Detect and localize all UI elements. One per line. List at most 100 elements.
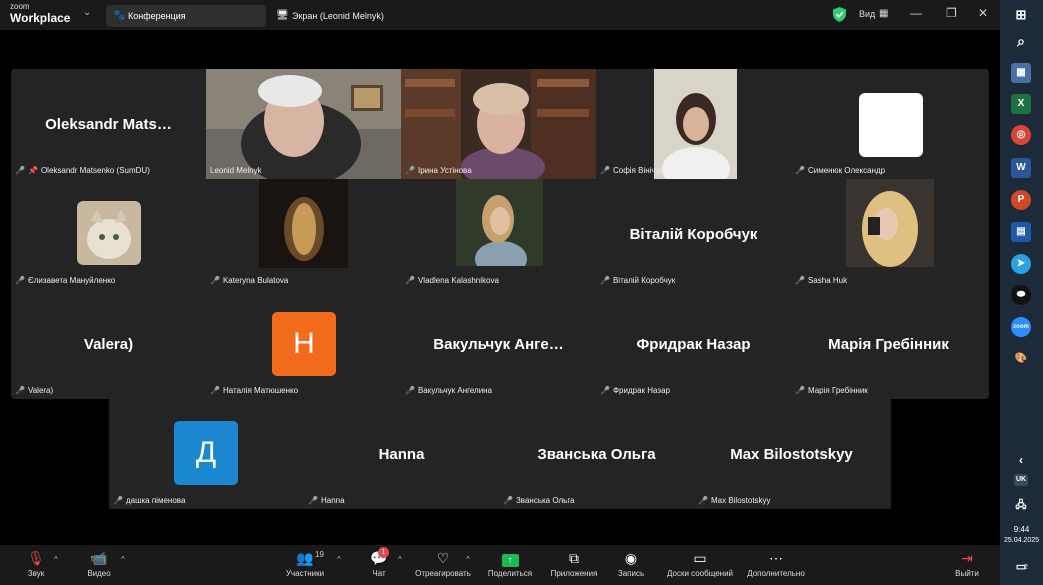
video-feed: [401, 69, 596, 179]
participant-tile[interactable]: Віталій Коробчук 🎤 Віталій Коробчук: [596, 179, 791, 289]
zoom-icon[interactable]: zoom: [1011, 317, 1031, 337]
participant-tile-active[interactable]: Leonid Melnyk: [206, 69, 401, 179]
restore-icon[interactable]: ❐: [946, 6, 957, 20]
meeting-toolbar: 🎙 Звук ^ 📹 Видео ^ 👥 Участники 19 ^ 💬 1 …: [0, 545, 1000, 585]
telegram-icon[interactable]: ➤: [1011, 254, 1031, 274]
network-icon[interactable]: 🖧: [1011, 496, 1031, 516]
windows-taskbar: ⊞ ⌕ ▦ X ◎ W P ▤ ➤ ⬬ zoom 🎨 ‹ UK 🖧 9:44 2…: [1000, 0, 1043, 585]
notifications-icon[interactable]: ▭: [1011, 557, 1031, 577]
participant-tile[interactable]: 🎤 Ірина Устінова: [401, 69, 596, 179]
pin-icon: 📌: [27, 166, 38, 175]
mic-muted-icon: 🎤: [210, 386, 220, 395]
participant-tile[interactable]: Hanna 🎤 Hanna: [304, 399, 499, 509]
participant-tile[interactable]: 🎤 Софія Вінічук: [596, 69, 791, 179]
video-off-icon: 📹: [90, 550, 108, 566]
calculator-icon[interactable]: ▦: [1011, 63, 1031, 83]
avatar-letter: H: [272, 312, 336, 376]
windows-start-icon[interactable]: ⊞: [1011, 5, 1031, 25]
apps-button[interactable]: ⧉ Приложения: [546, 549, 602, 578]
heart-icon: ♡: [436, 550, 450, 566]
participant-tile[interactable]: Valera) 🎤 Valera): [11, 289, 206, 399]
mic-muted-icon: 🎤: [600, 386, 610, 395]
participant-tile[interactable]: Марія Гребінник 🎤 Марія Гребінник: [791, 289, 986, 399]
app-icon[interactable]: ⬬: [1011, 285, 1031, 305]
mic-muted-icon: 🎤: [795, 166, 805, 175]
participant-tile[interactable]: Вакульчук Анге… 🎤 Вакульчук Ангелина: [401, 289, 596, 399]
chat-options-caret[interactable]: ^: [398, 555, 402, 564]
close-icon[interactable]: ✕: [978, 6, 988, 20]
participant-tile[interactable]: 🎤 Vladlena Kalashnikova: [401, 179, 596, 289]
react-options-caret[interactable]: ^: [466, 555, 470, 564]
mic-muted-icon: 🎤: [15, 166, 25, 175]
zoom-logo: zoom Workplace: [10, 2, 71, 25]
participant-name: Єлизавета Мануйленко: [27, 276, 116, 285]
participant-name: Вакульчук Ангелина: [417, 386, 493, 395]
view-button[interactable]: Вид: [859, 9, 875, 19]
clock-date[interactable]: 25.04.2025: [1000, 537, 1043, 544]
participant-name: Сименюк Олександр: [807, 166, 886, 175]
participant-tile[interactable]: Max Bilostotskyy 🎤 Max Bilostotskyy: [694, 399, 889, 509]
security-shield-icon[interactable]: [833, 7, 846, 22]
participant-tile[interactable]: Званська Ольга 🎤 Званська Ольга: [499, 399, 694, 509]
avatar: [846, 179, 934, 267]
mic-muted-icon: 🎤: [503, 496, 513, 505]
leave-button[interactable]: ⇥ Выйти: [952, 549, 982, 578]
participant-tile[interactable]: Д 🎤 дашка піменова: [109, 399, 304, 509]
mic-muted-icon: 🎤: [405, 276, 415, 285]
participant-name: Марія Гребінник: [807, 386, 868, 395]
participant-tile[interactable]: 🎤 Сименюк Олександр: [791, 69, 986, 179]
mic-muted-icon: 🎤: [210, 276, 220, 285]
participant-tile[interactable]: 🎤 Єлизавета Мануйленко: [11, 179, 206, 289]
excel-icon[interactable]: X: [1011, 94, 1031, 114]
participant-name: Leonid Melnyk: [210, 166, 262, 175]
powerpoint-icon[interactable]: P: [1011, 190, 1031, 210]
whiteboards-button[interactable]: ▭ Доски сообщений: [662, 549, 738, 578]
mic-muted-icon: 🎤: [600, 166, 610, 175]
clock-time[interactable]: 9:44: [1000, 525, 1043, 534]
mic-muted-icon: 🎤: [113, 496, 123, 505]
title-bar: zoom Workplace ⌄ 🐾 Конференция 🖥 Экран (…: [0, 0, 1000, 30]
participant-name: Фридрак Назар: [612, 386, 670, 395]
chat-button[interactable]: 💬 1 Чат: [366, 547, 392, 578]
video-feed: [206, 69, 401, 179]
participant-tile[interactable]: H 🎤 Наталія Матюшенко: [206, 289, 401, 399]
participant-name: Віталій Коробчук: [612, 276, 676, 285]
participants-count: 19: [315, 550, 324, 559]
share-button[interactable]: ↑ Поделиться: [486, 549, 534, 578]
more-button[interactable]: ⋯ Дополнительно: [743, 549, 809, 578]
participant-tile[interactable]: Фридрак Назар 🎤 Фридрак Назар: [596, 289, 791, 399]
record-button[interactable]: ◉ Запись: [614, 549, 648, 578]
paint-icon[interactable]: 🎨: [1011, 349, 1031, 369]
mic-muted-icon: 🎤: [600, 276, 610, 285]
participant-name: Наталія Матюшенко: [222, 386, 299, 395]
chevron-left-icon[interactable]: ‹: [1011, 450, 1031, 470]
mic-muted-icon: 🎤: [15, 276, 25, 285]
search-icon[interactable]: ⌕: [1011, 31, 1031, 51]
participant-name: Sasha Huk: [807, 276, 848, 285]
tab-screen-label: Экран (Leonid Melnyk): [292, 11, 384, 21]
video-options-caret[interactable]: ^: [121, 555, 125, 564]
tab-conference-label: Конференция: [128, 11, 186, 21]
audio-button[interactable]: 🎙 Звук: [20, 549, 52, 578]
react-button[interactable]: ♡ Отреагировать: [413, 549, 473, 578]
video-button[interactable]: 📹 Видео: [82, 549, 116, 578]
avatar: [456, 179, 543, 266]
audio-options-caret[interactable]: ^: [54, 555, 58, 564]
participant-tile[interactable]: Oleksandr Mats… 🎤 📌 Oleksandr Matsenko (Su…: [11, 69, 206, 179]
tab-conference[interactable]: 🐾 Конференция: [106, 5, 266, 27]
chrome-icon[interactable]: ◎: [1011, 125, 1031, 145]
calendar-app-icon[interactable]: ▤: [1011, 222, 1031, 242]
participant-name: Max Bilostotskyy: [710, 496, 771, 505]
language-indicator[interactable]: UK: [1014, 474, 1028, 486]
word-icon[interactable]: W: [1011, 158, 1031, 178]
participant-name: Valera): [27, 386, 54, 395]
participants-options-caret[interactable]: ^: [337, 555, 341, 564]
grid-view-icon[interactable]: ▦: [879, 8, 888, 19]
mic-muted-icon: 🎤: [795, 386, 805, 395]
minimize-icon[interactable]: —: [910, 6, 922, 20]
chevron-down-icon[interactable]: ⌄: [83, 7, 91, 18]
participant-tile[interactable]: 🎤 Sasha Huk: [791, 179, 986, 289]
tab-screen-share[interactable]: 🖥 Экран (Leonid Melnyk): [274, 5, 384, 27]
participant-tile[interactable]: 🎤 Kateryna Bulatova: [206, 179, 401, 289]
participant-name: Oleksandr Matsenko (SumDU): [40, 166, 150, 175]
